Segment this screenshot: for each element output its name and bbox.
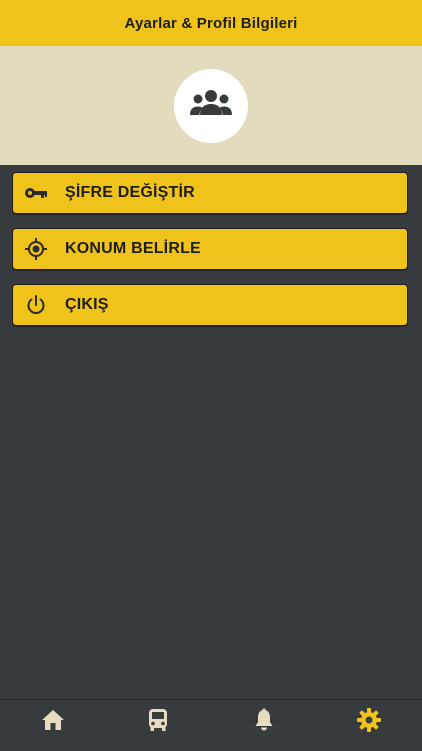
nav-bus[interactable]: [128, 700, 188, 744]
avatar[interactable]: [174, 68, 248, 143]
people-group-icon: [188, 88, 234, 123]
logout-label: ÇIKIŞ: [65, 296, 109, 313]
settings-menu: ŞİFRE DEĞİŞTİR KONUM BELİRLE ÇIKIŞ: [12, 172, 408, 340]
location-target-icon: [24, 237, 48, 261]
gear-icon: [356, 707, 382, 738]
power-icon: [24, 293, 48, 317]
nav-home[interactable]: [23, 700, 83, 744]
home-icon: [41, 709, 65, 736]
nav-settings[interactable]: [339, 700, 399, 744]
key-icon: [24, 181, 48, 205]
logout-button[interactable]: ÇIKIŞ: [12, 284, 408, 326]
profile-section: [0, 46, 422, 165]
app-header: Ayarlar & Profil Bilgileri: [0, 0, 422, 46]
bottom-navigation: [0, 699, 422, 751]
bus-icon: [147, 708, 169, 737]
bell-icon: [253, 708, 275, 737]
change-password-label: ŞİFRE DEĞİŞTİR: [65, 184, 195, 201]
change-password-button[interactable]: ŞİFRE DEĞİŞTİR: [12, 172, 408, 214]
set-location-button[interactable]: KONUM BELİRLE: [12, 228, 408, 270]
set-location-label: KONUM BELİRLE: [65, 240, 201, 257]
nav-notifications[interactable]: [234, 700, 294, 744]
page-title: Ayarlar & Profil Bilgileri: [124, 14, 298, 32]
